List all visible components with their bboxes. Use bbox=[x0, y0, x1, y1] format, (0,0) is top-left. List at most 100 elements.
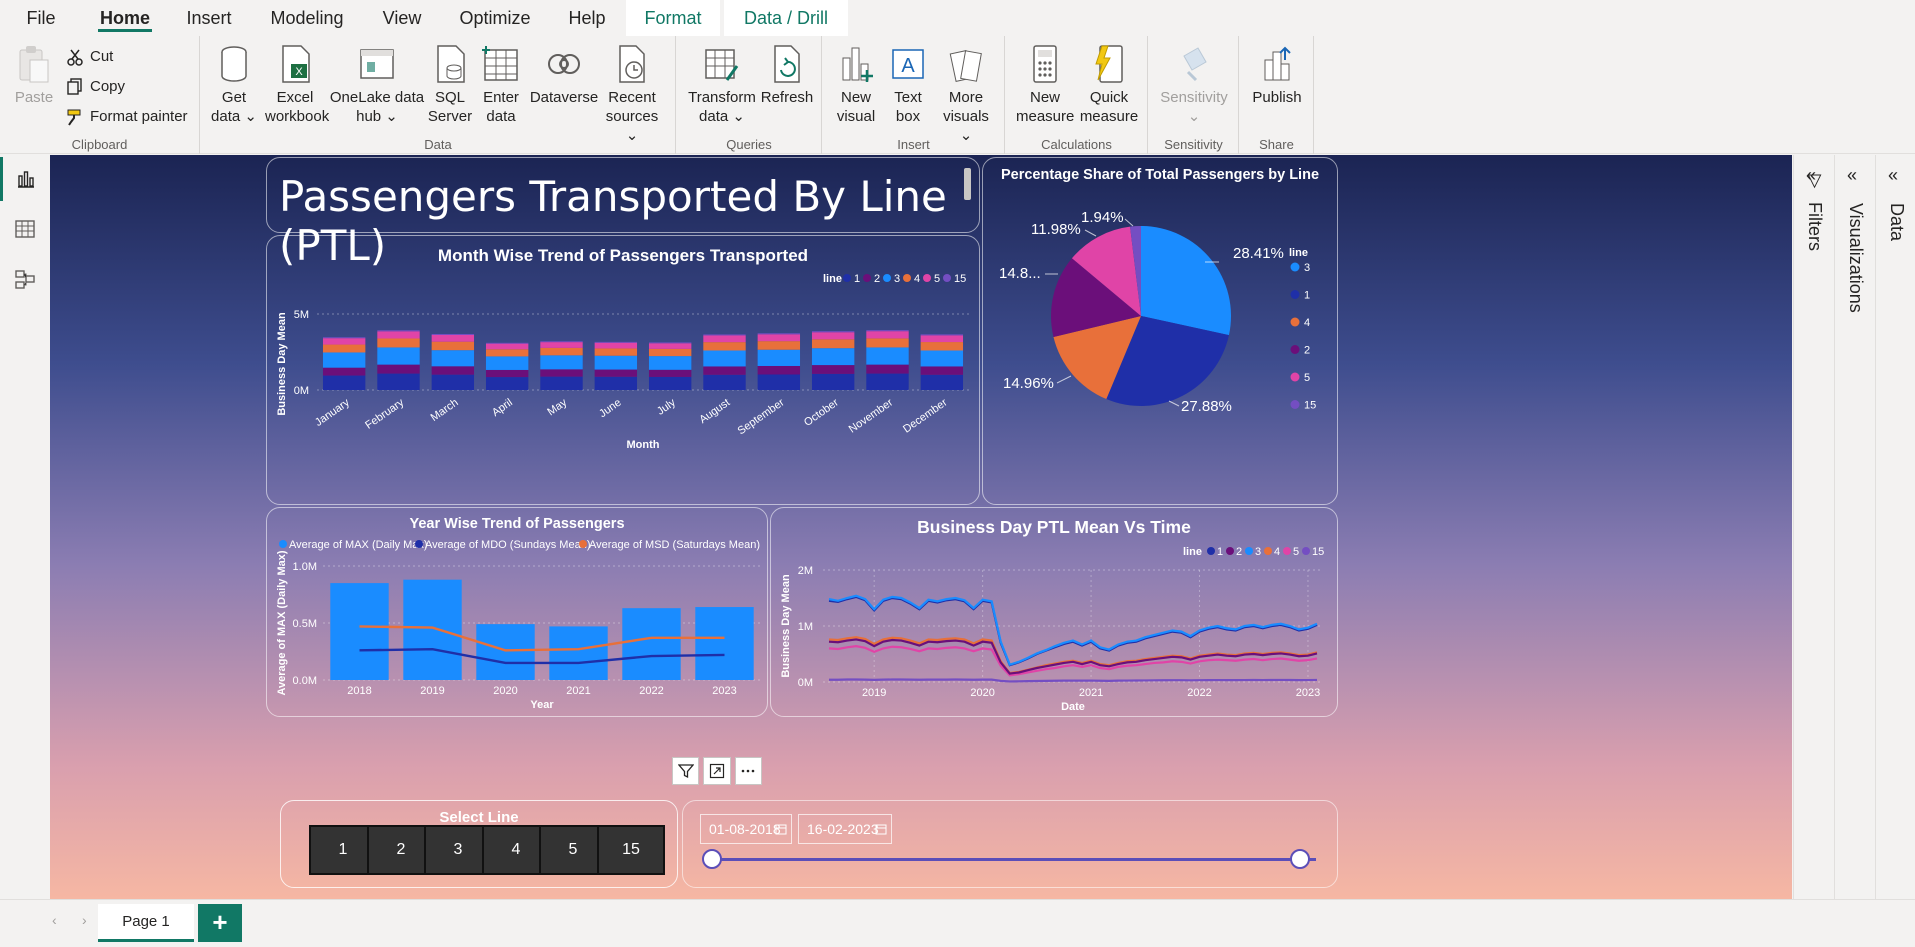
refresh-icon bbox=[774, 45, 800, 83]
year-trend-chart[interactable]: Year Wise Trend of Passengers Average of… bbox=[266, 507, 768, 717]
text-box-button[interactable]: A Text box bbox=[885, 44, 931, 126]
visualizations-pane[interactable]: « Visualizations bbox=[1834, 155, 1874, 899]
dataverse-button[interactable]: Dataverse bbox=[527, 44, 601, 107]
pie-share-chart[interactable]: Percentage Share of Total Passengers by … bbox=[982, 157, 1338, 505]
clipboard-group-label: Clipboard bbox=[71, 137, 128, 152]
page-tab-1[interactable]: Page 1 bbox=[98, 904, 194, 942]
add-page-button[interactable]: + bbox=[198, 904, 242, 942]
report-view-button[interactable] bbox=[0, 157, 49, 201]
collapse-data-icon[interactable]: « bbox=[1888, 165, 1898, 186]
bar-segment-line-1 bbox=[485, 377, 529, 390]
pie-slice-line-3 bbox=[1141, 226, 1231, 336]
bar-segment-line-3 bbox=[431, 350, 475, 367]
pie-leader-line bbox=[1056, 375, 1072, 384]
new-visual-button[interactable]: New visual bbox=[831, 44, 881, 126]
title-scrollbar[interactable] bbox=[964, 168, 971, 200]
bar-segment-line-4 bbox=[866, 338, 909, 348]
y-tick-label: 0.5M bbox=[293, 618, 317, 630]
collapse-visualizations-icon[interactable]: « bbox=[1847, 165, 1857, 186]
bar-segment-line-2 bbox=[540, 369, 583, 377]
legend-marker-line-15 bbox=[943, 274, 951, 282]
quick-measure-button[interactable]: Quick measure bbox=[1078, 44, 1140, 126]
data-pane[interactable]: « Data bbox=[1875, 155, 1915, 899]
tab-format[interactable]: Format bbox=[626, 0, 720, 36]
bar-segment-line-2 bbox=[703, 366, 746, 375]
database-icon bbox=[221, 46, 247, 82]
end-date-input[interactable]: 16-02-2023 bbox=[798, 814, 892, 844]
enter-data-button[interactable]: Enter data bbox=[477, 44, 525, 126]
year-chart-svg: Average of MAX (Daily Max)Average of MDO… bbox=[276, 539, 761, 711]
legend-marker-line-5 bbox=[1290, 372, 1300, 382]
onelake-hub-button[interactable]: OneLake data hub ⌄ bbox=[329, 44, 425, 126]
month-trend-chart[interactable]: Month Wise Trend of Passengers Transport… bbox=[266, 235, 980, 505]
text-box-label-2: box bbox=[895, 108, 921, 125]
paste-button[interactable]: Paste bbox=[10, 44, 58, 107]
focus-mode-button[interactable] bbox=[703, 757, 731, 785]
refresh-button[interactable]: Refresh bbox=[759, 44, 815, 107]
dataverse-label: Dataverse bbox=[529, 89, 599, 106]
y-tick-label: 0M bbox=[294, 385, 309, 397]
date-slider-start-handle[interactable] bbox=[702, 849, 722, 869]
tab-help[interactable]: Help bbox=[562, 0, 612, 36]
bar-segment-line-4 bbox=[322, 344, 366, 353]
slicer-option-15[interactable]: 15 bbox=[597, 825, 665, 875]
bar-segment-line-15 bbox=[757, 333, 801, 335]
start-date-input[interactable]: 01-08-2018 bbox=[700, 814, 792, 844]
bar-segment-line-3 bbox=[594, 355, 638, 370]
get-data-button[interactable]: Get data ⌄ bbox=[209, 44, 259, 126]
bar-segment-line-5 bbox=[594, 342, 638, 349]
new-visual-label-2: visual bbox=[836, 108, 876, 125]
tab-data-drill[interactable]: Data / Drill bbox=[724, 0, 848, 36]
paintbrush-icon bbox=[67, 109, 81, 126]
bar-segment-line-1 bbox=[322, 375, 366, 390]
publish-button[interactable]: Publish bbox=[1246, 44, 1308, 107]
prev-page-arrow[interactable]: ‹ bbox=[52, 912, 57, 928]
tab-view[interactable]: View bbox=[376, 0, 428, 36]
date-slider-track[interactable] bbox=[712, 858, 1316, 861]
transform-data-button[interactable]: Transform data ⌄ bbox=[687, 44, 757, 126]
report-view-icon bbox=[18, 171, 34, 188]
tab-home[interactable]: Home bbox=[90, 0, 160, 36]
x-tick-label: June bbox=[597, 397, 623, 421]
legend-marker-line-2 bbox=[1226, 547, 1234, 555]
onelake-icon bbox=[360, 49, 394, 79]
bar-year-2022 bbox=[622, 608, 681, 680]
sensitivity-button[interactable]: Sensitivity ⌄ bbox=[1157, 44, 1231, 126]
x-tick-label: August bbox=[697, 397, 732, 426]
format-painter-button[interactable]: Format painter bbox=[67, 106, 188, 128]
next-page-arrow[interactable]: › bbox=[82, 912, 87, 928]
cut-button[interactable]: Cut bbox=[67, 46, 114, 68]
tab-file[interactable]: File bbox=[18, 0, 64, 36]
bar-segment-line-3 bbox=[322, 352, 366, 368]
more-visuals-button[interactable]: More visuals ⌄ bbox=[935, 44, 997, 145]
filters-pane[interactable]: « ▽ Filters bbox=[1793, 155, 1833, 899]
bar-segment-line-1 bbox=[703, 374, 746, 390]
table-view-button[interactable] bbox=[0, 207, 49, 251]
bar-segment-line-2 bbox=[866, 364, 909, 374]
excel-workbook-button[interactable]: X Excel workbook bbox=[265, 44, 329, 126]
filter-icon bbox=[677, 764, 694, 779]
x-tick-label: 2020 bbox=[970, 687, 994, 699]
legend-label-line-15: 15 bbox=[1312, 546, 1324, 558]
bar-segment-line-1 bbox=[648, 376, 692, 390]
time-trend-chart[interactable]: Business Day PTL Mean Vs Time 2M 1M 0M Busi… bbox=[770, 507, 1338, 717]
insert-group: New visual A Text box More visuals ⌄ Ins… bbox=[823, 36, 1005, 154]
new-measure-button[interactable]: New measure bbox=[1016, 44, 1074, 126]
calculator-icon bbox=[1033, 45, 1057, 83]
sql-server-button[interactable]: SQL Server bbox=[427, 44, 473, 126]
tab-insert[interactable]: Insert bbox=[180, 0, 238, 36]
model-view-button[interactable] bbox=[0, 257, 49, 301]
copy-button[interactable]: Copy bbox=[67, 76, 125, 98]
tab-optimize[interactable]: Optimize bbox=[452, 0, 538, 36]
bar-segment-line-15 bbox=[594, 341, 638, 343]
more-options-button[interactable] bbox=[734, 757, 762, 785]
date-slider-end-handle[interactable] bbox=[1290, 849, 1310, 869]
tab-modeling[interactable]: Modeling bbox=[262, 0, 352, 36]
calculations-group: New measure Quick measure Calculations bbox=[1006, 36, 1148, 154]
recent-sources-button[interactable]: Recent sources ⌄ bbox=[599, 44, 665, 145]
bar-segment-line-3 bbox=[757, 349, 801, 366]
legend-title: line bbox=[823, 273, 842, 285]
title-card[interactable]: Passengers Transported By Line (PTL) bbox=[266, 157, 980, 270]
filter-visual-button[interactable] bbox=[672, 757, 700, 785]
cut-label: Cut bbox=[90, 48, 114, 65]
